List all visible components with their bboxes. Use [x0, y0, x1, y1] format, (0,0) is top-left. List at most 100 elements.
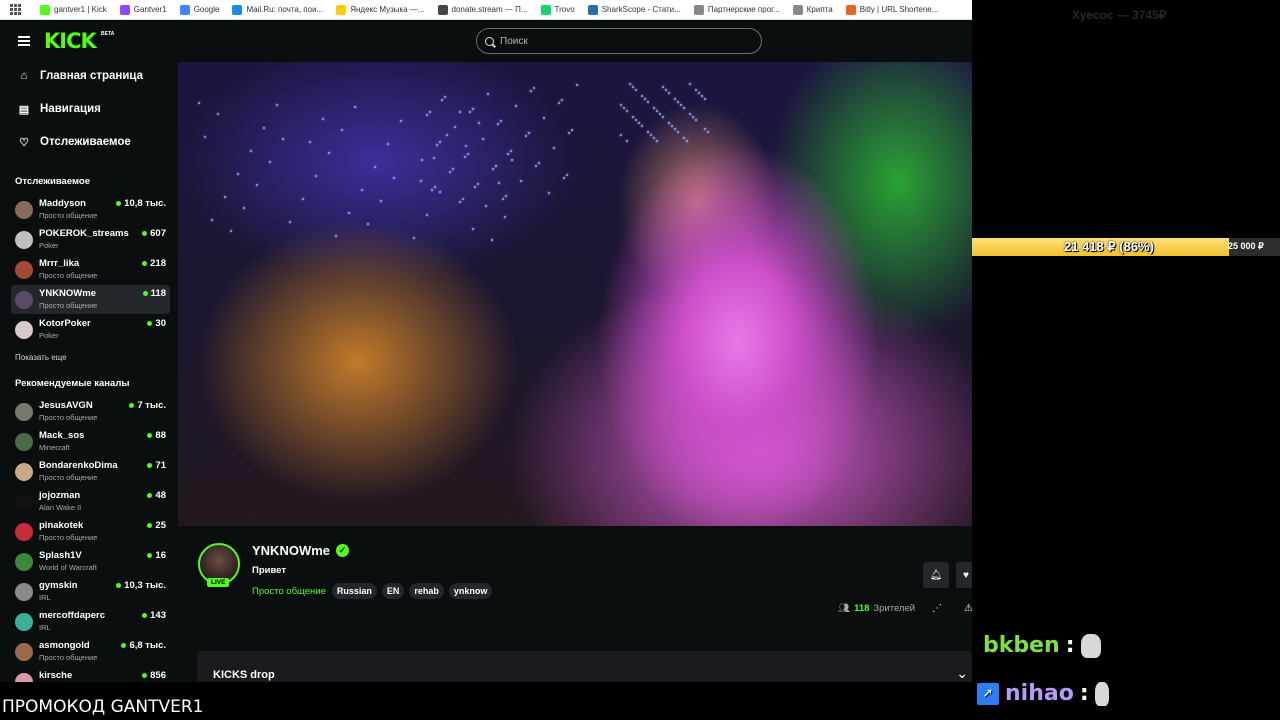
live-dot-icon [129, 403, 135, 408]
report-icon[interactable]: ⚠ [964, 603, 972, 614]
channel-name: pinakotek [39, 520, 84, 531]
bookmark-item[interactable]: Mail.Ru: почта, пои... [232, 4, 324, 15]
channel-item[interactable]: mercoffdaperc IRL 143 [11, 607, 170, 636]
nav-home[interactable]: ⌂ Главная страница [18, 70, 143, 82]
streamer-name[interactable]: YNKNOWme [252, 543, 330, 558]
apps-grid-icon[interactable] [10, 3, 24, 17]
bookmark-label: Bitly | URL Shortene... [859, 5, 939, 14]
live-dot-icon [147, 523, 153, 528]
live-dot-icon [142, 261, 148, 266]
follow-button[interactable]: ♥ [956, 562, 972, 588]
channel-item[interactable]: kirsche 856 [11, 667, 170, 682]
channel-item[interactable]: Mack_sos Minecraft 88 [11, 427, 170, 456]
bookmark-item[interactable]: SharkScope - Стати... [587, 4, 681, 15]
chevron-down-icon[interactable]: ⌄ [956, 665, 968, 682]
bookmark-item[interactable]: Gantver1 [119, 4, 167, 15]
stream-info: LIVE YNKNOWme ✓ Привет Просто общение Ru… [178, 526, 972, 682]
bookmark-favicon-icon [792, 4, 803, 15]
channel-item[interactable]: gymskin IRL 10,3 тыс. [11, 577, 170, 606]
bookmark-item[interactable]: Яндекс Музыка —... [336, 4, 425, 15]
nav-following[interactable]: ♡ Отслеживаемое [18, 136, 131, 149]
channel-name: BondarenkoDima [39, 460, 118, 471]
avatar [15, 231, 33, 249]
bookmark-label: SharkScope - Стати... [601, 5, 681, 14]
kick-page: KICK BETA ⌂ Главная страница ▤ Навигация… [0, 20, 972, 682]
channel-viewers: 71 [147, 460, 166, 471]
tag[interactable]: Russian [331, 583, 377, 599]
video-frame [178, 62, 972, 526]
kicks-drop-panel[interactable]: KICKS drop ⌄ [197, 651, 972, 682]
bookmark-item[interactable]: Google [179, 4, 219, 15]
channel-item[interactable]: jojozman Alan Wake II 48 [11, 487, 170, 516]
channel-item[interactable]: POKEROK_streams Poker 607 [11, 225, 170, 254]
channel-item[interactable]: pinakotek Просто общение 25 [11, 517, 170, 546]
avatar [15, 261, 33, 279]
nav-browse[interactable]: ▤ Навигация [18, 103, 101, 116]
streamer-name-row: YNKNOWme ✓ [252, 543, 350, 558]
bookmark-favicon-icon [40, 4, 50, 15]
emote-icon [1080, 633, 1101, 658]
bookmark-item[interactable]: Партнерские прог... [693, 4, 780, 15]
chat-separator: : [1065, 633, 1075, 658]
search-input[interactable] [500, 35, 740, 47]
recommended-section-title: Рекомендуемые каналы [15, 378, 130, 389]
channel-item[interactable]: KotorPoker Poker 30 [11, 315, 170, 344]
kick-badge-icon: ➚ [977, 682, 999, 705]
channel-name: POKEROK_streams [39, 228, 129, 239]
tags-row: Просто общение Russian EN rehab ynknow [252, 583, 493, 599]
channel-category: Просто общение [39, 211, 98, 220]
channel-category: Просто общение [39, 413, 98, 422]
bookmark-favicon-icon [232, 4, 243, 15]
channel-category: Просто общение [39, 271, 98, 280]
share-icon[interactable]: ⋰ [932, 603, 942, 614]
avatar [15, 201, 33, 219]
channel-viewers: 218 [142, 258, 166, 269]
category-link[interactable]: Просто общение [252, 586, 326, 597]
bookmark-item[interactable]: Крипта [792, 4, 833, 15]
channel-item[interactable]: Splash1V World of Warcraft 16 [11, 547, 170, 576]
bell-icon: 🔔︎ [929, 569, 943, 581]
stream-title: Привет [252, 565, 286, 576]
channel-item[interactable]: Maddyson Просто общение 10,8 тыс. [11, 195, 170, 224]
bookmark-item[interactable]: Bitly | URL Shortene... [845, 4, 939, 15]
live-dot-icon [147, 553, 153, 558]
viewer-count: 48 [155, 490, 166, 501]
avatar [15, 321, 33, 339]
channel-viewers: 25 [147, 520, 166, 531]
live-dot-icon [116, 201, 122, 206]
following-section-title: Отслеживаемое [15, 176, 90, 187]
channel-viewers: 10,8 тыс. [116, 198, 166, 209]
chat-message: ➚ nihao : [977, 681, 1109, 706]
channel-item[interactable]: asmongold Просто общение 6,8 тыс. [11, 637, 170, 666]
menu-icon[interactable] [18, 36, 30, 46]
viewer-count: 607 [150, 228, 166, 239]
bookmark-favicon-icon [437, 4, 448, 15]
bookmark-item[interactable]: gantver1 | Kick [40, 4, 107, 15]
notification-button[interactable]: 🔔︎ [923, 562, 949, 588]
channel-viewers: 607 [142, 228, 166, 239]
avatar [15, 583, 33, 601]
bookmark-label: Mail.Ru: почта, пои... [246, 5, 324, 14]
bookmark-favicon-icon [587, 4, 598, 15]
channel-item[interactable]: Mrrr_lika Просто общение 218 [11, 255, 170, 284]
search-box[interactable] [476, 28, 762, 54]
channel-category: Просто общение [39, 301, 98, 310]
bookmark-item[interactable]: Trovo [540, 4, 575, 15]
tag[interactable]: ynknow [448, 583, 493, 599]
channel-viewers: 118 [142, 288, 166, 299]
channel-category: IRL [39, 593, 51, 602]
bookmark-item[interactable]: donate.stream — П... [437, 4, 528, 15]
viewer-count: 👥︎ 118 Зрителей [838, 603, 915, 614]
show-more-link[interactable]: Показать еще [15, 353, 67, 362]
video-player[interactable] [178, 62, 972, 526]
nav-browse-label: Навигация [40, 103, 101, 115]
channel-item[interactable]: JesusAVGN Просто общение 7 тыс. [11, 397, 170, 426]
tag[interactable]: rehab [409, 583, 444, 599]
kick-logo[interactable]: KICK [44, 29, 97, 53]
tag[interactable]: EN [381, 583, 405, 599]
channel-viewers: 48 [147, 490, 166, 501]
channel-item[interactable]: YNKNOWme Просто общение 118 [11, 285, 170, 314]
avatar [15, 403, 33, 421]
donation-goal-text: 21 418 ₽ (86%) [1064, 239, 1154, 254]
channel-item[interactable]: BondarenkoDima Просто общение 71 [11, 457, 170, 486]
